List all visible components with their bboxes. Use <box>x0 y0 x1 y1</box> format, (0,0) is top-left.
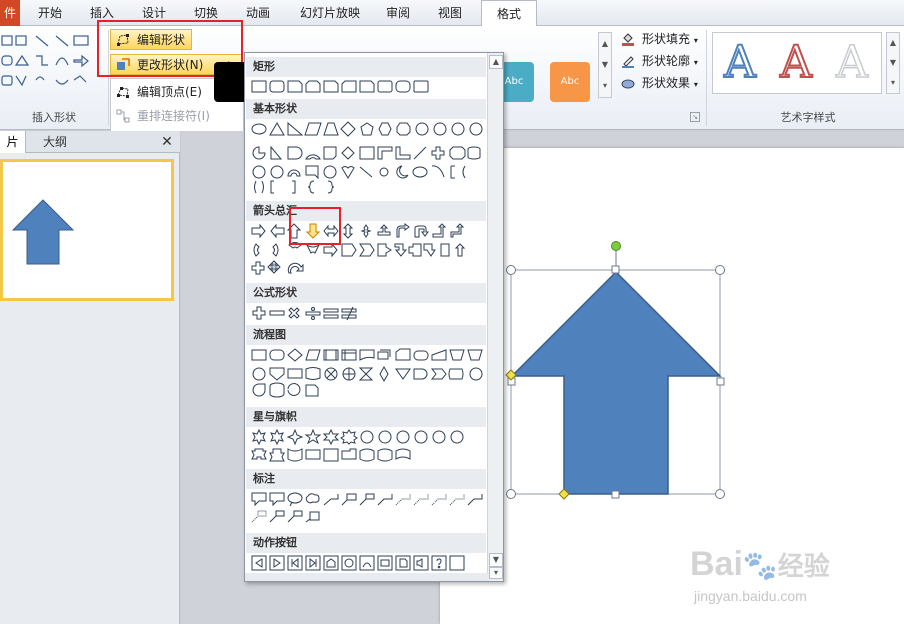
section-rectangles: 矩形 <box>246 57 486 77</box>
pen-outline-icon <box>622 56 634 68</box>
resize-handle[interactable] <box>715 489 725 499</box>
stars-banners-grid <box>251 429 464 462</box>
chevron-down-icon: ▾ <box>693 36 698 45</box>
change-shape-gallery: 矩形 基本形状 箭头总汇 公式形状 流程图 星与旗帜 标注 动作按钮 ▲ ▼ ▾ <box>244 52 504 582</box>
chevron-down-icon: ▾ <box>693 80 698 89</box>
resize-handle[interactable] <box>715 265 725 275</box>
section-callouts: 标注 <box>246 469 486 489</box>
paw-icon: 🐾 <box>742 550 778 581</box>
resize-handle[interactable] <box>506 265 516 275</box>
resize-handle[interactable] <box>506 489 516 499</box>
shape-effects-label: 形状效果 <box>642 76 691 90</box>
highlight-box-down-arrow <box>289 207 341 245</box>
rectangles-row <box>251 80 429 93</box>
selected-up-arrow-shape[interactable] <box>500 236 732 504</box>
section-action-buttons: 动作按钮 <box>246 533 486 553</box>
tab-outline[interactable]: 大纲 <box>30 131 80 153</box>
slides-pane: 片 大纲 ✕ <box>0 131 180 624</box>
reroute-connectors-label: 重排连接符(I) <box>137 109 210 123</box>
close-icon[interactable]: ✕ <box>158 133 176 151</box>
tab-slides[interactable]: 片 <box>0 131 26 153</box>
insert-shapes-gallery[interactable] <box>0 32 96 92</box>
brackets-row <box>254 180 335 194</box>
tab-view[interactable]: 视图 <box>428 0 472 26</box>
wordart-styles-label: 艺术字样式 <box>780 111 836 124</box>
resize-handle[interactable] <box>716 377 725 386</box>
wordart-blue-outline[interactable]: A <box>720 36 760 90</box>
tab-home[interactable]: 开始 <box>28 0 72 26</box>
shape-outline-button[interactable]: 形状轮廓 ▾ <box>616 51 706 72</box>
tab-review[interactable]: 审阅 <box>378 0 418 26</box>
section-basic-shapes: 基本形状 <box>246 99 486 119</box>
thumbnail-up-arrow <box>11 199 75 265</box>
scroll-up-button[interactable]: ▲ <box>489 55 503 69</box>
insert-shapes-label: 插入形状 <box>32 111 76 124</box>
tab-slideshow[interactable]: 幻灯片放映 <box>292 0 368 26</box>
group-separator <box>706 30 707 126</box>
flowchart-grid <box>251 348 483 398</box>
equation-shapes-row <box>252 306 357 321</box>
chevron-down-icon: ▾ <box>693 58 698 67</box>
gallery-footer <box>245 573 489 581</box>
shape-effects-button[interactable]: 形状效果 ▾ <box>616 73 706 94</box>
gallery-more-icon[interactable]: ▾ <box>489 567 503 579</box>
tab-file[interactable]: 件 <box>0 0 20 26</box>
section-stars-banners: 星与旗帜 <box>246 407 486 427</box>
style-swatch-orange[interactable]: Abc <box>550 62 590 102</box>
wordart-red-outline[interactable]: A <box>776 36 816 90</box>
reroute-connectors-icon <box>116 109 130 123</box>
watermark-brand-cn: 经验 <box>777 551 830 581</box>
scroll-down-button[interactable]: ▼ <box>489 553 503 567</box>
watermark-brand: Bai <box>690 545 743 583</box>
section-flowchart: 流程图 <box>246 325 486 345</box>
up-arrow-shape <box>510 270 722 495</box>
tab-format[interactable]: 格式 <box>481 0 537 27</box>
block-arrows-grid <box>251 223 466 275</box>
resize-handle[interactable] <box>611 490 620 499</box>
edit-points-label: 编辑顶点(E) <box>137 85 202 99</box>
action-buttons-row <box>251 555 465 571</box>
pane-tab-strip <box>0 131 180 153</box>
wordart-gallery-scroll[interactable]: ▲ ▼ ▾ <box>886 32 900 94</box>
watermark-url: jingyan.baidu.com <box>694 588 807 604</box>
shape-effects-icon <box>621 79 635 89</box>
reroute-connectors-menu-item: 重排连接符(I) <box>111 106 243 127</box>
resize-handle[interactable] <box>611 265 620 274</box>
paint-bucket-icon <box>622 33 634 46</box>
slide-thumbnail[interactable] <box>0 159 174 301</box>
callouts-grid <box>251 492 483 523</box>
shape-fill-button[interactable]: 形状填充 ▾ <box>616 29 706 50</box>
shape-outline-label: 形状轮廓 <box>642 54 691 68</box>
shape-styles-dialog-launcher[interactable]: ↘ <box>690 112 700 122</box>
section-block-arrows: 箭头总汇 <box>246 201 486 221</box>
wordart-gray-outline[interactable]: A <box>832 36 872 90</box>
edit-points-icon <box>117 87 129 98</box>
gallery-scrollbar[interactable]: ▲ ▼ ▾ <box>487 53 503 581</box>
watermark-logo: Bai🐾经验 <box>690 545 890 585</box>
shape-fill-label: 形状填充 <box>642 32 691 46</box>
styles-gallery-scroll[interactable]: ▲ ▼ ▾ <box>598 32 612 98</box>
section-equation-shapes: 公式形状 <box>246 283 486 303</box>
rotation-handle[interactable] <box>611 241 621 251</box>
